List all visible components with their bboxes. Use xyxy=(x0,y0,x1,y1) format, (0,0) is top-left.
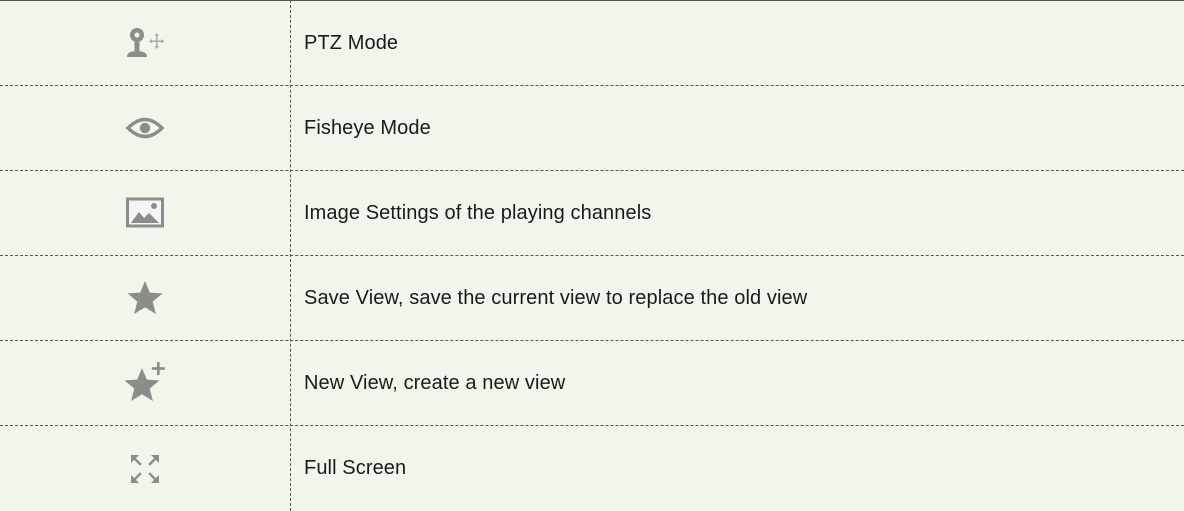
ptz-joystick-icon xyxy=(123,26,167,60)
table-row-save-view: Save View, save the current view to repl… xyxy=(0,256,1184,341)
icon-cell xyxy=(0,256,290,340)
table-row-full-screen: Full Screen xyxy=(0,426,1184,511)
column-divider xyxy=(290,0,291,511)
eye-icon xyxy=(125,115,165,141)
row-description: Fisheye Mode xyxy=(304,116,431,139)
row-description: Image Settings of the playing channels xyxy=(304,201,652,224)
table-row-new-view: New View, create a new view xyxy=(0,341,1184,426)
table-row-fisheye-mode: Fisheye Mode xyxy=(0,86,1184,171)
fullscreen-arrows-icon xyxy=(129,453,161,485)
row-description: Save View, save the current view to repl… xyxy=(304,286,808,309)
row-description: Full Screen xyxy=(304,457,407,479)
row-description: New View, create a new view xyxy=(304,371,566,394)
icon-cell xyxy=(0,341,290,425)
table-row-image-settings: Image Settings of the playing channels xyxy=(0,171,1184,256)
icon-cell xyxy=(0,171,290,255)
star-icon xyxy=(126,280,164,316)
icon-cell xyxy=(0,1,290,85)
image-settings-icon xyxy=(125,196,165,230)
table-row-ptz-mode: PTZ Mode xyxy=(0,1,1184,86)
icon-cell xyxy=(0,426,290,511)
toolbar-icon-table: PTZ Mode Fisheye Mode Image Settings of … xyxy=(0,0,1184,511)
icon-cell xyxy=(0,86,290,170)
row-description: PTZ Mode xyxy=(304,31,399,54)
star-plus-icon xyxy=(123,361,167,405)
